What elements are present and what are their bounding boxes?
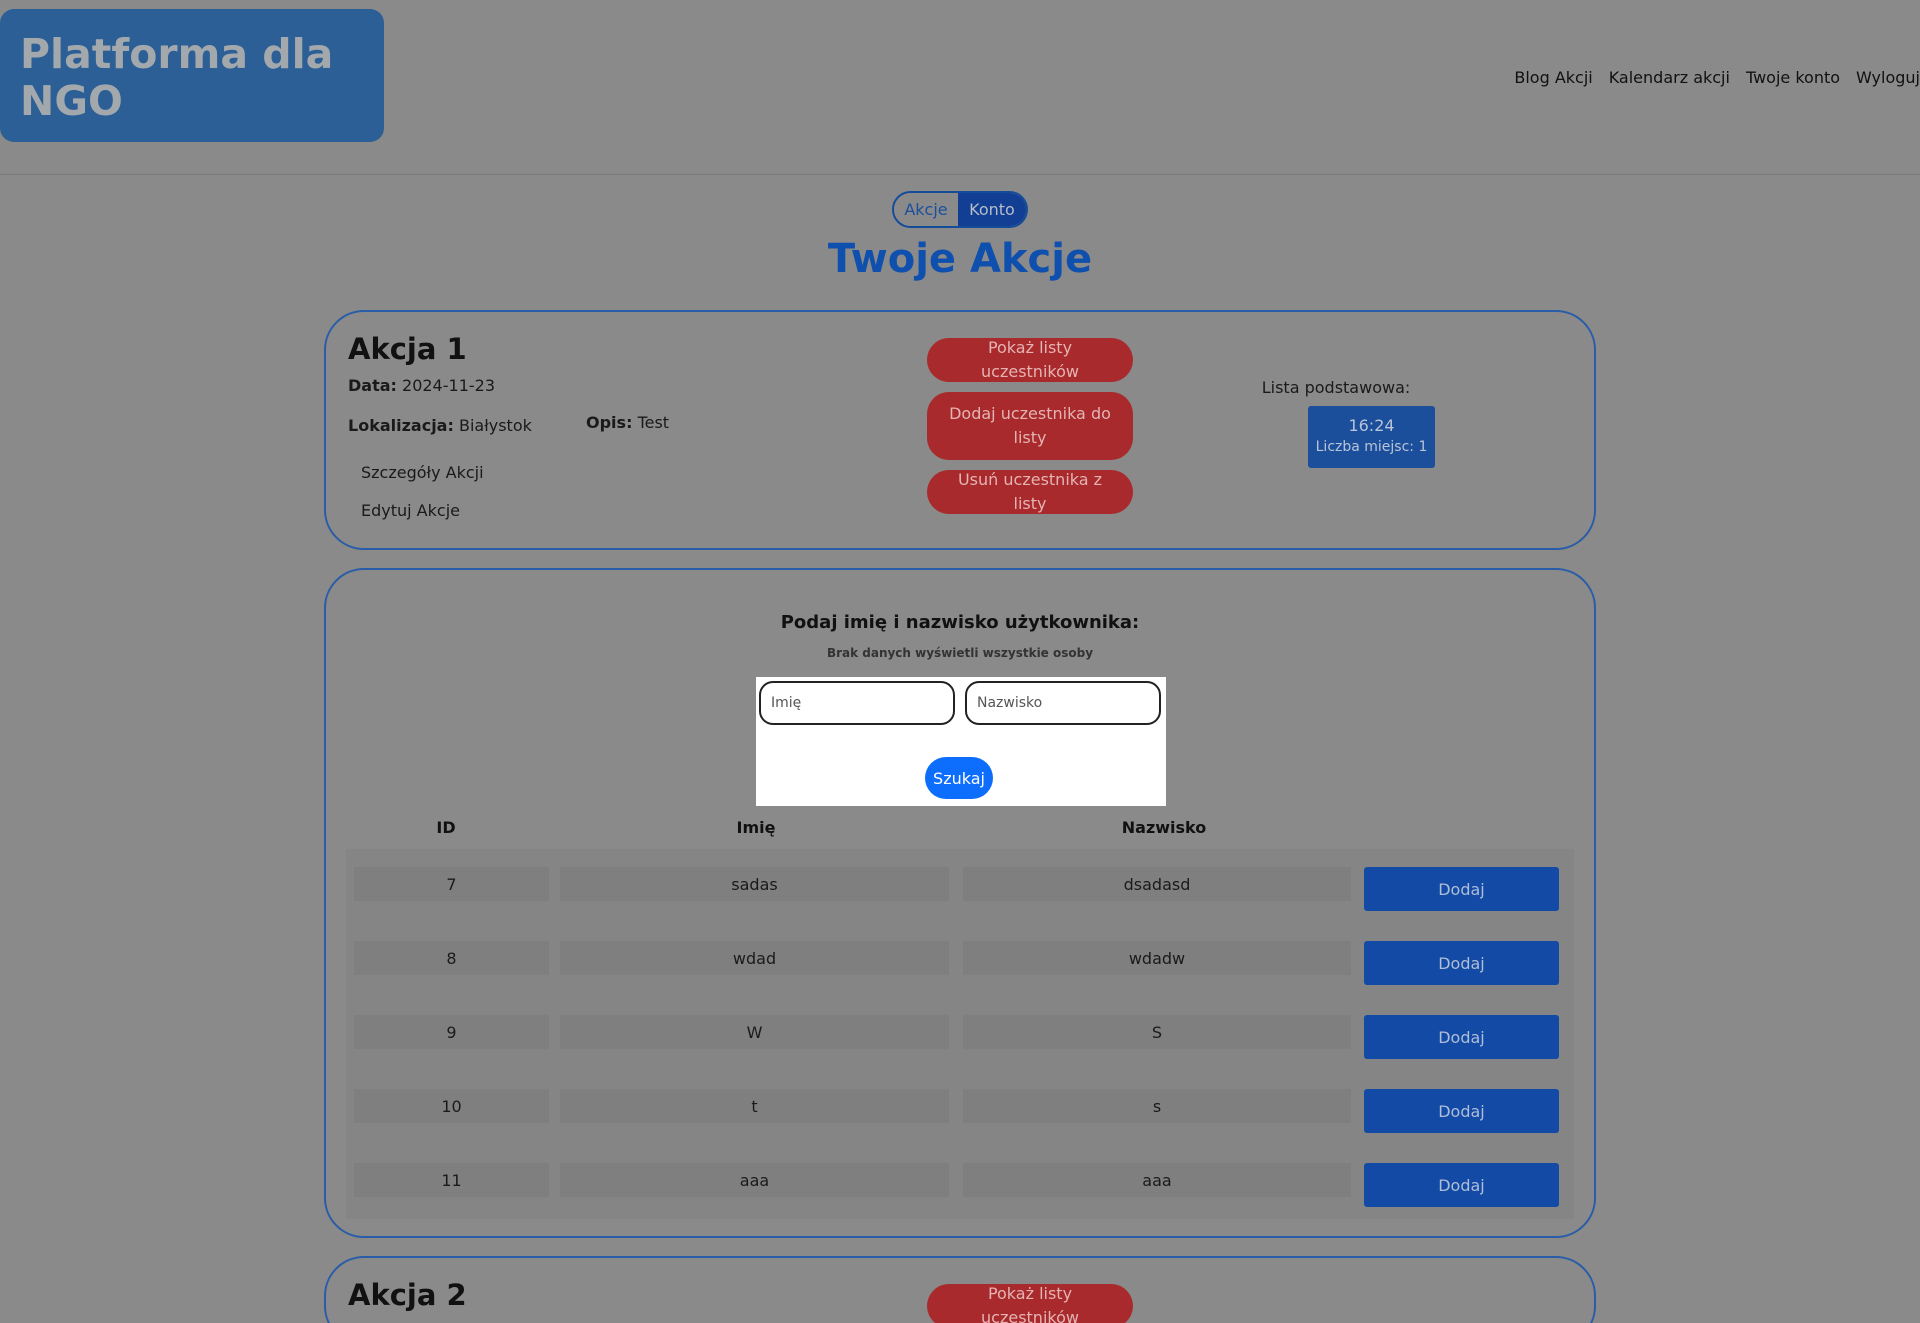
cell-id: 8: [354, 941, 549, 975]
table-row: 9 W S Dodaj: [346, 1015, 1574, 1089]
users-table: 7 sadas dsadasd Dodaj 8 wdad wdadw Dodaj…: [346, 849, 1574, 1219]
location-value: Białystok: [458, 416, 532, 435]
table-row: 8 wdad wdadw Dodaj: [346, 941, 1574, 1015]
first-name-input[interactable]: [759, 681, 955, 725]
akcja-card: Akcja 2 Pokaż listy uczestników: [324, 1256, 1596, 1323]
add-button[interactable]: Dodaj: [1364, 1015, 1559, 1059]
list-slot[interactable]: 16:24 Liczba miejsc: 1: [1308, 406, 1435, 468]
site-header: Platforma dla NGO Blog Akcji Kalendarz a…: [0, 0, 1920, 175]
details-link[interactable]: Szczegóły Akcji: [361, 463, 484, 482]
cell-id: 10: [354, 1089, 549, 1123]
list-label: Lista podstawowa:: [1261, 378, 1411, 397]
akcja-title: Akcja 2: [348, 1278, 467, 1312]
edit-link[interactable]: Edytuj Akcje: [361, 501, 460, 520]
search-title: Podaj imię i nazwisko użytkownika:: [780, 612, 1140, 633]
search-subtitle: Brak danych wyświetli wszystkie osoby: [826, 646, 1094, 660]
logo[interactable]: Platforma dla NGO: [0, 9, 384, 142]
description-label: Opis:: [586, 413, 633, 432]
cell-nazwisko: aaa: [963, 1163, 1351, 1197]
add-button[interactable]: Dodaj: [1364, 1089, 1559, 1133]
cell-imie: wdad: [560, 941, 949, 975]
add-button[interactable]: Dodaj: [1364, 867, 1559, 911]
remove-participant-button[interactable]: Usuń uczestnika z listy: [927, 470, 1133, 514]
participant-search-card: Podaj imię i nazwisko użytkownika: Brak …: [324, 568, 1596, 1238]
search-button[interactable]: Szukaj: [925, 757, 993, 799]
toggle-konto[interactable]: Konto: [958, 193, 1026, 226]
cell-nazwisko: S: [963, 1015, 1351, 1049]
show-lists-button[interactable]: Pokaż listy uczestników: [927, 338, 1133, 382]
cell-imie: sadas: [560, 867, 949, 901]
show-lists-button[interactable]: Pokaż listy uczestników: [927, 1284, 1133, 1323]
cell-imie: aaa: [560, 1163, 949, 1197]
cell-imie: t: [560, 1089, 949, 1123]
akcja-card: Akcja 1 Data: 2024-11-23 Lokalizacja: Bi…: [324, 310, 1596, 550]
description-value: Test: [637, 413, 670, 432]
add-button[interactable]: Dodaj: [1364, 941, 1559, 985]
nav-wyloguj[interactable]: Wyloguj: [1856, 68, 1920, 87]
table-row: 10 t s Dodaj: [346, 1089, 1574, 1163]
nav-twoje-konto[interactable]: Twoje konto: [1746, 68, 1840, 87]
date-value: 2024-11-23: [402, 376, 495, 395]
cell-id: 11: [354, 1163, 549, 1197]
main-nav: Blog Akcji Kalendarz akcji Twoje konto W…: [1514, 68, 1920, 87]
cell-imie: W: [560, 1015, 949, 1049]
nav-kalendarz-akcji[interactable]: Kalendarz akcji: [1609, 68, 1730, 87]
last-name-input[interactable]: [965, 681, 1161, 725]
column-header-id: ID: [436, 818, 456, 837]
search-form: Szukaj: [756, 677, 1166, 806]
akcja-description: Opis: Test: [586, 413, 669, 432]
date-label: Data:: [348, 376, 397, 395]
table-row: 11 aaa aaa Dodaj: [346, 1163, 1574, 1237]
cell-nazwisko: dsadasd: [963, 867, 1351, 901]
view-toggle: Akcje Konto: [892, 191, 1028, 228]
cell-id: 7: [354, 867, 549, 901]
toggle-akcje[interactable]: Akcje: [894, 193, 958, 226]
slot-places: Liczba miejsc: 1: [1315, 439, 1428, 455]
add-button[interactable]: Dodaj: [1364, 1163, 1559, 1207]
column-header-imie: Imię: [736, 818, 776, 837]
page-title: Twoje Akcje: [827, 236, 1093, 282]
cell-nazwisko: wdadw: [963, 941, 1351, 975]
add-participant-button[interactable]: Dodaj uczestnika do listy: [927, 392, 1133, 460]
cell-id: 9: [354, 1015, 549, 1049]
akcja-location: Lokalizacja: Białystok: [348, 416, 532, 435]
location-label: Lokalizacja:: [348, 416, 454, 435]
akcja-date: Data: 2024-11-23: [348, 376, 495, 395]
cell-nazwisko: s: [963, 1089, 1351, 1123]
nav-blog-akcji[interactable]: Blog Akcji: [1514, 68, 1592, 87]
akcja-title: Akcja 1: [348, 332, 467, 366]
table-row: 7 sadas dsadasd Dodaj: [346, 867, 1574, 941]
column-header-nazwisko: Nazwisko: [1121, 818, 1207, 837]
slot-time: 16:24: [1348, 416, 1395, 435]
